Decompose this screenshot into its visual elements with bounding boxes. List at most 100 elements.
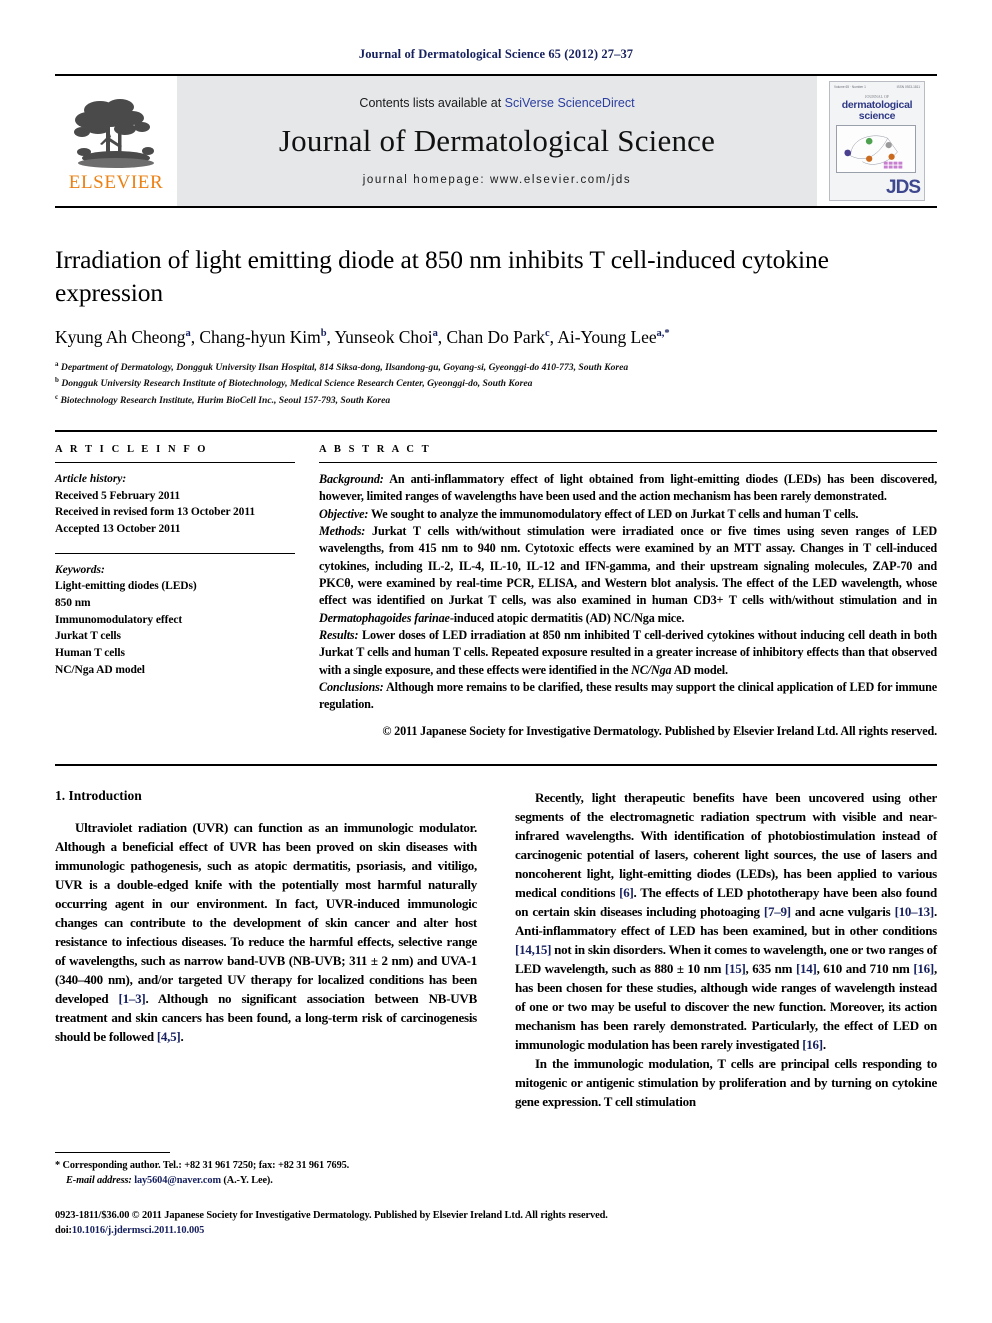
citation-reference[interactable]: [7–9] — [764, 904, 791, 919]
footnote-text: * Corresponding author. Tel.: +82 31 961… — [55, 1159, 475, 1189]
footnote-divider — [55, 1152, 170, 1153]
affiliation-mark: b — [55, 376, 59, 385]
affiliation-text: Dongguk University Research Institute of… — [61, 378, 533, 390]
footnote-marker: * — [55, 1160, 61, 1171]
author-affil-mark: a,* — [656, 327, 670, 339]
contents-available-line: Contents lists available at SciVerse Sci… — [359, 96, 634, 110]
abstract-section-text: Although more remains to be clarified, t… — [319, 679, 937, 712]
citation-reference[interactable]: [10–13] — [895, 904, 935, 919]
doi-link[interactable]: 10.1016/j.jdermsci.2011.10.005 — [72, 1225, 204, 1236]
keywords-label: Keywords: — [55, 563, 105, 576]
abstract-section-text: Lower doses of LED irradiation at 850 nm… — [319, 627, 937, 677]
journal-title: Journal of Dermatological Science — [278, 123, 716, 158]
author-name: Kyung Ah Cheong — [55, 326, 186, 347]
affiliation-list: a Department of Dermatology, Dongguk Uni… — [55, 359, 937, 408]
running-head: Journal of Dermatological Science 65 (20… — [358, 47, 634, 61]
paper-page: Journal of Dermatological Science 65 (20… — [0, 0, 992, 1323]
body-paragraph: In the immunologic modulation, T cells a… — [515, 1056, 937, 1110]
sciencedirect-link[interactable]: SciVerse ScienceDirect — [505, 96, 635, 110]
affiliation-text: Department of Dermatology, Dongguk Unive… — [60, 361, 629, 373]
abstract-body: Background: An anti-inflammatory effect … — [319, 471, 937, 740]
citation-reference[interactable]: [14] — [796, 961, 817, 976]
doi-label: doi: — [55, 1225, 72, 1237]
email-label: E-mail address: — [66, 1174, 132, 1186]
cover-topbar: Volume 65 · Number 1 ISSN 0923-1811 — [830, 82, 924, 89]
cover-jds-badge: JDS — [886, 177, 921, 198]
body-paragraph: Ultraviolet radiation (UVR) can function… — [55, 819, 477, 1045]
author-name: Yunseok Choi — [334, 326, 433, 347]
citation-reference[interactable]: [4,5] — [157, 1029, 181, 1044]
body-paragraph: Recently, light therapeutic benefits hav… — [515, 789, 937, 1053]
body-column-left: 1. Introduction Ultraviolet radiation (U… — [55, 788, 477, 1112]
article-info-heading: A R T I C L E I N F O — [55, 443, 209, 455]
cover-name-line2: science — [858, 109, 896, 122]
abstract-section-text: Jurkat T cells with/without stimulation … — [319, 523, 938, 625]
citation-reference[interactable]: [6] — [619, 885, 634, 900]
masthead-center: Contents lists available at SciVerse Sci… — [177, 76, 817, 206]
citation-reference[interactable]: [1–3] — [119, 991, 146, 1006]
elsevier-wordmark: ELSEVIER — [68, 171, 164, 193]
abstract-column: A B S T R A C T Background: An anti-infl… — [319, 444, 937, 740]
keyword-item: Immunomodulatory effect — [55, 613, 183, 626]
abstract-section-text: An anti-inflammatory effect of light obt… — [319, 471, 937, 504]
footnote-corresponding-line: Corresponding author. Tel.: +82 31 961 7… — [62, 1160, 350, 1171]
doi-line: doi:10.1016/j.jdermsci.2011.10.005 — [55, 1223, 935, 1238]
abstract-section-label: Conclusions: — [319, 679, 384, 694]
history-item: Received in revised form 13 October 2011 — [55, 506, 255, 519]
keyword-item: 850 nm — [55, 596, 91, 609]
elsevier-logo: ELSEVIER — [55, 76, 177, 206]
citation-reference[interactable]: [14,15] — [515, 942, 551, 957]
abstract-italic-term: NC/Nga — [631, 662, 672, 677]
abstract-section: Objective: We sought to analyze the immu… — [319, 506, 937, 523]
affiliation-item: b Dongguk University Research Institute … — [55, 375, 937, 391]
journal-masthead: ELSEVIER Contents lists available at Sci… — [55, 74, 937, 208]
divider — [319, 461, 937, 463]
cover-diagram-icon — [836, 125, 916, 174]
keyword-item: Jurkat T cells — [55, 630, 121, 643]
author-affil-mark: c — [545, 327, 550, 339]
author-email-link[interactable]: lay5604@naver.com — [134, 1175, 221, 1186]
citation-reference[interactable]: [16] — [913, 961, 934, 976]
section-title-introduction: 1. Introduction — [55, 787, 142, 803]
body-column-right: Recently, light therapeutic benefits hav… — [515, 788, 937, 1112]
journal-cover-cell: Volume 65 · Number 1 ISSN 0923-1811 JOUR… — [817, 76, 937, 206]
info-abstract-section: A R T I C L E I N F O Article history: R… — [55, 429, 937, 740]
keyword-item: Light-emitting diodes (LEDs) — [55, 580, 197, 593]
author-name: Chang-hyun Kim — [199, 326, 321, 347]
article-info-column: A R T I C L E I N F O Article history: R… — [55, 444, 295, 740]
divider — [55, 552, 295, 554]
article-history-label: Article history: — [55, 472, 127, 485]
citation-reference[interactable]: [16] — [802, 1037, 823, 1052]
author-name: Ai-Young Lee — [557, 326, 657, 347]
abstract-italic-term: Dermatophagoides farinae — [319, 610, 450, 625]
abstract-section-label: Objective: — [319, 506, 369, 521]
author-affil-mark: b — [320, 327, 327, 339]
cover-volume: Volume 65 · Number 1 — [834, 85, 866, 89]
keyword-item: NC/Nga AD model — [55, 663, 145, 676]
author-name: Chan Do Park — [446, 326, 546, 347]
email-suffix: (A.-Y. Lee). — [223, 1174, 273, 1186]
author-affil-mark: a — [432, 327, 438, 339]
abstract-section: Results: Lower doses of LED irradiation … — [319, 627, 937, 679]
history-item: Accepted 13 October 2011 — [55, 522, 181, 535]
cover-journal-name: dermatological science — [830, 100, 924, 121]
citation-reference[interactable]: [15] — [725, 961, 746, 976]
body-columns: 1. Introduction Ultraviolet radiation (U… — [55, 763, 937, 1112]
keyword-item: Human T cells — [55, 646, 125, 659]
abstract-copyright: © 2011 Japanese Society for Investigativ… — [382, 723, 937, 738]
cover-issn: ISSN 0923-1811 — [896, 85, 920, 89]
issn-copyright-line: 0923-1811/$36.00 © 2011 Japanese Society… — [55, 1210, 608, 1221]
abstract-section: Background: An anti-inflammatory effect … — [319, 471, 937, 506]
abstract-section-label: Methods: — [319, 523, 366, 538]
paper-title: Irradiation of light emitting diode at 8… — [55, 245, 829, 307]
journal-homepage[interactable]: journal homepage: www.elsevier.com/jds — [363, 174, 632, 186]
abstract-section-text: We sought to analyze the immunomodulator… — [370, 506, 859, 521]
affiliation-item: c Biotechnology Research Institute, Huri… — [55, 392, 937, 408]
affiliation-text: Biotechnology Research Institute, Hurim … — [60, 394, 391, 406]
corresponding-author-footnote: * Corresponding author. Tel.: +82 31 961… — [55, 1152, 475, 1189]
title-block: Irradiation of light emitting diode at 8… — [55, 244, 937, 408]
abstract-section-label: Results: — [319, 627, 359, 642]
abstract-section-label: Background: — [319, 471, 384, 486]
abstract-section: Methods: Jurkat T cells with/without sti… — [319, 523, 937, 627]
history-item: Received 5 February 2011 — [55, 489, 181, 502]
